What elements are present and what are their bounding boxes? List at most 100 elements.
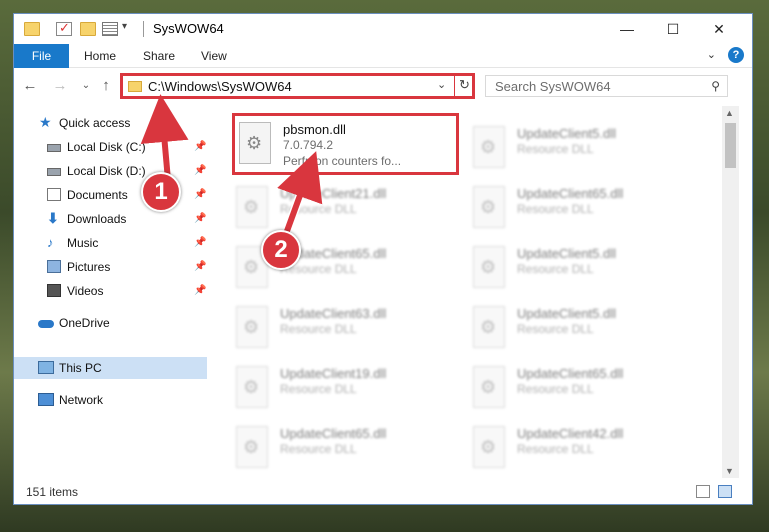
search-input[interactable]: Search SysWOW64 ⚲ [485,75,728,97]
file-item[interactable]: UpdateClient65.dll Resource DLL [469,180,697,236]
file-name: UpdateClient42.dll [517,426,624,441]
forward-arrow-icon[interactable]: → [52,77,68,95]
tab-file[interactable]: File [14,44,69,68]
file-description: Resource DLL [517,202,594,216]
help-icon[interactable]: ? [728,47,744,63]
callout-step-2: 2 [261,230,301,270]
sidebar-item-pictures[interactable]: Pictures 📌 [14,256,207,278]
pin-icon[interactable]: 📌 [194,160,206,182]
pin-icon[interactable]: 📌 [194,208,206,230]
title-bar: ▾ SysWOW64 — ☐ ✕ [14,14,752,44]
vertical-scrollbar[interactable]: ▲ ▼ [722,106,739,478]
sidebar-item-label: Local Disk (C:) [67,140,146,154]
details-view-icon[interactable] [696,485,710,498]
sidebar-item-local-disk-d[interactable]: Local Disk (D:) 📌 [14,160,207,182]
address-dropdown-chevron-icon[interactable]: ⌄ [437,78,446,91]
search-icon[interactable]: ⚲ [711,79,720,93]
quick-access-star-icon: ★ [39,114,52,130]
this-pc-icon [38,361,54,374]
sidebar-item-label: Quick access [59,116,131,130]
pin-icon[interactable]: 📌 [194,184,206,206]
file-description: Resource DLL [517,442,594,456]
scroll-down-arrow-icon[interactable]: ▼ [725,466,734,476]
disk-icon [47,168,61,176]
file-item[interactable]: UpdateClient19.dll Resource DLL [232,360,460,416]
new-folder-icon[interactable] [80,22,96,36]
dll-file-icon [473,246,505,288]
back-arrow-icon[interactable]: ← [22,77,38,95]
maximize-button[interactable]: ☐ [650,14,696,44]
onedrive-cloud-icon [38,320,54,328]
minimize-button[interactable]: — [604,14,650,44]
documents-icon [47,188,61,201]
recent-locations-chevron-icon[interactable]: ⌄ [78,77,94,95]
pin-icon[interactable]: 📌 [194,136,206,158]
pin-icon[interactable]: 📌 [194,256,206,278]
sidebar-item-this-pc[interactable]: This PC [14,357,207,379]
tab-view[interactable]: View [201,44,227,68]
search-placeholder: Search SysWOW64 [495,79,611,94]
sidebar-item-local-disk-c[interactable]: Local Disk (C:) 📌 [14,136,207,158]
downloads-icon: ⬇ [47,210,59,226]
sidebar-item-network[interactable]: Network [14,389,207,411]
file-description: Resource DLL [280,382,357,396]
file-name: UpdateClient5.dll [517,126,617,141]
file-name: pbsmon.dll [283,122,346,137]
dll-file-icon [236,366,268,408]
quick-access-toolbar-icon[interactable] [102,22,118,36]
tab-home[interactable]: Home [84,44,116,68]
file-item[interactable]: UpdateClient42.dll Resource DLL [469,420,697,476]
sidebar-item-downloads[interactable]: ⬇ Downloads 📌 [14,208,207,230]
file-name: UpdateClient21.dll [280,186,387,201]
file-item-pbsmon[interactable]: pbsmon.dll 7.0.794.2 Perfmon counters fo… [232,113,459,175]
file-item[interactable]: UpdateClient63.dll Resource DLL [232,300,460,356]
dll-file-icon [236,186,268,228]
sidebar-item-label: This PC [59,361,102,375]
sidebar-item-label: Network [59,393,104,407]
file-description: Resource DLL [280,202,357,216]
dll-file-icon [473,366,505,408]
pin-icon[interactable]: 📌 [194,232,206,254]
sidebar-item-music[interactable]: ♪ Music 📌 [14,232,207,254]
pictures-icon [47,260,61,273]
file-description: Resource DLL [517,382,594,396]
file-item[interactable]: UpdateClient5.dll Resource DLL [469,300,697,356]
file-item[interactable]: UpdateClient5.dll Resource DLL [469,240,697,296]
chevron-down-icon[interactable]: ▾ [122,21,127,32]
ribbon-expand-chevron-icon[interactable]: ⌄ [707,48,716,61]
file-item[interactable]: UpdateClient5.dll Resource DLL [469,120,697,176]
refresh-icon[interactable]: ↻ [459,77,470,93]
scroll-up-arrow-icon[interactable]: ▲ [725,108,734,118]
dll-file-icon [473,306,505,348]
ribbon-tabs: File Home Share View ⌄ ? [14,44,752,68]
disk-icon [47,144,61,152]
dll-file-icon [473,426,505,468]
title-separator [143,21,144,37]
tab-share[interactable]: Share [143,44,175,68]
file-item[interactable]: UpdateClient21.dll Resource DLL [232,180,460,236]
address-path[interactable]: C:\Windows\SysWOW64 [148,79,292,94]
file-name: UpdateClient65.dll [280,426,387,441]
sidebar-item-label: Pictures [67,260,111,274]
file-name: UpdateClient5.dll [517,306,617,321]
tiles-view-icon[interactable] [718,485,732,498]
scroll-thumb[interactable] [725,123,736,168]
properties-check-icon[interactable] [56,20,72,36]
sidebar-item-label: OneDrive [59,316,110,330]
dll-file-icon [236,306,268,348]
file-list: pbsmon.dll 7.0.794.2 Perfmon counters fo… [207,106,724,478]
pin-icon[interactable]: 📌 [194,280,206,302]
sidebar-item-videos[interactable]: Videos 📌 [14,280,207,302]
sidebar-item-label: Videos [67,284,104,298]
navigation-bar: ← → ⌄ ↑ C:\Windows\SysWOW64 ⌄ ↻ Search S… [14,68,752,106]
file-item[interactable]: UpdateClient65.dll Resource DLL [232,420,460,476]
up-arrow-icon[interactable]: ↑ [98,77,114,95]
close-button[interactable]: ✕ [696,14,742,44]
sidebar-item-quick-access[interactable]: ★ Quick access [14,112,207,134]
file-description: Resource DLL [517,322,594,336]
address-bar[interactable]: C:\Windows\SysWOW64 ⌄ ↻ [120,73,475,99]
file-item[interactable]: UpdateClient65.dll Resource DLL [469,360,697,416]
file-description: Resource DLL [280,442,357,456]
sidebar-item-label: Documents [67,188,128,202]
sidebar-item-onedrive[interactable]: OneDrive [14,312,207,334]
